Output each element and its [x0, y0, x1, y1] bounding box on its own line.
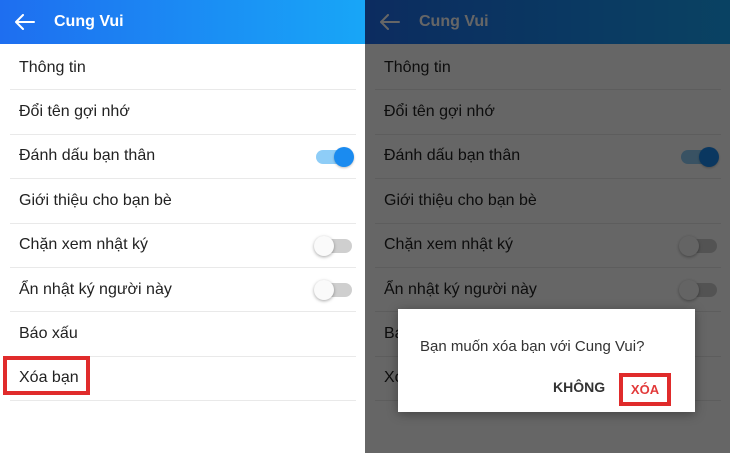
- menu-item-recommend[interactable]: Giới thiệu cho bạn bè: [10, 179, 356, 224]
- confirm-delete-button[interactable]: XÓA: [619, 373, 671, 406]
- page-title: Cung Vui: [54, 13, 124, 30]
- toggle-knob: [314, 235, 334, 256]
- menu-item-label: Đánh dấu bạn thân: [19, 147, 156, 165]
- menu-item-report[interactable]: Báo xấu: [10, 312, 356, 357]
- menu-item-label: Chặn xem nhật ký: [19, 236, 148, 254]
- toggle-knob: [334, 146, 354, 167]
- app-header: Cung Vui: [0, 0, 365, 44]
- toggle-knob: [314, 279, 334, 300]
- menu-item-rename[interactable]: Đổi tên gợi nhớ: [10, 90, 356, 135]
- unfriend-highlight-box: [3, 356, 90, 395]
- block-diary-toggle[interactable]: [314, 235, 352, 256]
- arrow-left-icon[interactable]: [15, 14, 35, 30]
- screen-right: Cung Vui Thông tin Đổi tên gợi nhớ Đánh …: [365, 0, 730, 453]
- hide-diary-toggle[interactable]: [314, 279, 352, 300]
- menu-item-block-diary[interactable]: Chặn xem nhật ký: [10, 224, 356, 268]
- menu-item-label: Báo xấu: [19, 325, 78, 343]
- best-friend-toggle[interactable]: [316, 146, 354, 167]
- confirm-unfriend-dialog: Bạn muốn xóa bạn với Cung Vui? KHÔNG XÓA: [398, 309, 695, 412]
- menu-item-label: Giới thiệu cho bạn bè: [19, 191, 172, 209]
- menu-item-label: Đổi tên gợi nhớ: [19, 103, 130, 121]
- menu-item-info[interactable]: Thông tin: [10, 46, 356, 91]
- menu-item-label: Ẩn nhật ký người này: [19, 280, 172, 298]
- dialog-message: Bạn muốn xóa bạn với Cung Vui?: [420, 338, 645, 355]
- screen-left: Cung Vui Thông tin Đổi tên gợi nhớ Đánh …: [0, 0, 365, 453]
- options-list: Thông tin Đổi tên gợi nhớ Đánh dấu bạn t…: [0, 46, 365, 402]
- cancel-button[interactable]: KHÔNG: [553, 379, 605, 395]
- menu-item-hide-diary[interactable]: Ẩn nhật ký người này: [10, 268, 356, 313]
- menu-item-best-friend[interactable]: Đánh dấu bạn thân: [10, 135, 356, 180]
- menu-item-label: Thông tin: [19, 58, 86, 76]
